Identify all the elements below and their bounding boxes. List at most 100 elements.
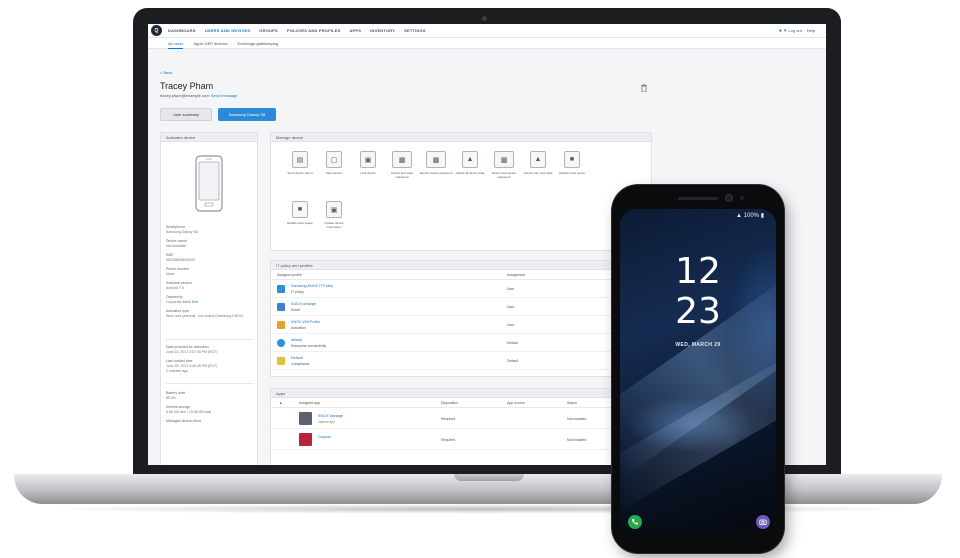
internal-storage: Internal storage 8.56 GB free / 23.96 GB… (166, 405, 212, 414)
lock-device-action[interactable]: ▣ Lock device (351, 151, 385, 176)
sub-tabs: All users Apple DEP devices Exchange gat… (148, 38, 826, 49)
device-software-version: Software version Android 7.0 (166, 281, 193, 290)
nav-policies-profiles[interactable]: POLICIES AND PROFILES (287, 28, 341, 33)
battery-percent: 100% (743, 213, 760, 219)
device-imei: IMEI 352088080000000 (166, 253, 196, 262)
lock-icon: ▣ (360, 151, 376, 168)
table-row[interactable]: Default Compliance Default (271, 353, 651, 370)
share-icon (277, 339, 285, 347)
apps-table-header: ▲ Assigned app Disposition App source St… (271, 398, 651, 408)
send-message-link[interactable]: Send message (211, 93, 238, 98)
unlock-clear-password-action[interactable]: ▩ Unlock and clear password (385, 151, 419, 180)
tab-exchange-gatekeeping[interactable]: Exchange gatekeeping (238, 38, 279, 49)
smartphone: ▲ 100% ▮ 12 23 WED, MARCH 29 (612, 185, 784, 553)
enable-work-space-action[interactable]: ■ Enable work space (283, 201, 317, 226)
manage-device-title: Manage device (271, 133, 651, 142)
laptop-base (14, 474, 942, 504)
disable-work-space-action[interactable]: ■ Disable work space (555, 151, 589, 176)
update-info-icon: ▣ (326, 201, 342, 218)
specify-password-action[interactable]: ▩ Specify device password (419, 151, 453, 176)
back-link[interactable]: < Back (160, 70, 172, 75)
tab-all-users[interactable]: All users (168, 38, 184, 49)
help-link[interactable]: Help (807, 28, 815, 33)
delete-device-data-action[interactable]: ▲ Delete all device data (453, 151, 487, 176)
device-phone-number: Phone number None (166, 267, 189, 276)
nav-apps[interactable]: APPS (349, 28, 361, 33)
activated-device-title: Activated device (161, 133, 257, 142)
trash-icon[interactable] (641, 84, 647, 92)
phone-status-bar: ▲ 100% ▮ (736, 212, 764, 219)
policy-profiles-panel: IT policy and profiles Assigned profile … (270, 260, 652, 377)
table-row[interactable]: EAS Exchange Email User (271, 299, 651, 316)
laptop-notch (454, 474, 524, 481)
page-title: Tracey Pham (160, 81, 214, 91)
nav-users-devices[interactable]: USERS AND DEVICES (205, 28, 250, 33)
table-row[interactable]: KNOX Wifi Profile Activation User (271, 317, 651, 334)
device-activation-type: Activation type Work and personal - full… (166, 309, 244, 318)
nav-inventory[interactable]: INVENTORY (370, 28, 395, 33)
password-keypad-icon: ▩ (392, 151, 412, 168)
logout-link[interactable]: Log out (788, 28, 801, 33)
wifi-profile-icon (277, 321, 285, 329)
clock-hour: 12 (675, 251, 721, 292)
manage-device-panel: Manage device ▤ Send device report ▢ Wip… (270, 132, 652, 251)
disable-workspace-icon: ■ (564, 151, 580, 168)
managed-device-client: Managed device client (166, 419, 201, 423)
app-logo[interactable]: Q (151, 25, 162, 36)
wipe-icon: ▢ (326, 151, 342, 168)
chevron-down-icon[interactable]: ▾ (784, 28, 787, 34)
lock-screen-date: WED, MARCH 29 (675, 342, 721, 348)
nav-groups[interactable]: GROUPS (259, 28, 278, 33)
battery-level: Battery level 85.0% (166, 391, 186, 400)
update-device-info-action[interactable]: ▣ Update device information (317, 201, 351, 230)
delete-data-icon: ▲ (462, 151, 478, 168)
phone-call-icon[interactable] (628, 515, 642, 529)
table-row[interactable]: KNOX Manage Internal app Required Not in… (271, 409, 651, 429)
phone-speaker (678, 197, 718, 200)
reset-work-password-action[interactable]: ▩ Reset work space password (487, 151, 521, 180)
table-row[interactable]: Samsung KNOX IT Policy IT policy User (271, 281, 651, 298)
col-assigned-app: Assigned app (299, 401, 321, 405)
reset-password-icon: ▩ (494, 151, 514, 168)
delete-work-data-action[interactable]: ▲ Delete only work data (521, 151, 555, 176)
laptop-shadow (40, 504, 920, 514)
col-disposition: Disposition (441, 401, 459, 405)
activated-device-panel: Activated device Smartphone Samsung Gala… (160, 132, 258, 465)
policy-profiles-title: IT policy and profiles (271, 261, 651, 270)
apps-panel: Apps ▲ Assigned app Disposition App sour… (270, 388, 652, 465)
device-tab-button[interactable]: Samsung Galaxy S8 (218, 108, 276, 121)
user-icon[interactable]: ● (779, 28, 782, 34)
app-icon (299, 412, 312, 425)
col-app-source: App source (507, 401, 525, 405)
policy-table-header: Assigned profile Assignment (271, 270, 651, 280)
send-device-report-action[interactable]: ▤ Send device report (283, 151, 317, 176)
phone-front-camera (726, 195, 732, 201)
laptop-camera (482, 16, 487, 21)
tab-apple-dep[interactable]: Apple DEP devices (193, 38, 227, 49)
device-model: Smartphone Samsung Galaxy S8 (166, 225, 198, 234)
camera-shortcut-icon[interactable] (756, 515, 770, 529)
divider (166, 339, 254, 340)
nav-settings[interactable]: SETTINGS (404, 28, 426, 33)
add-icon[interactable]: ▲ (279, 401, 282, 405)
table-row[interactable]: default Enterprise connectivity Default (271, 335, 651, 352)
user-summary-button[interactable]: User summary (160, 108, 212, 121)
user-email-text: tracey.pham@example.com (160, 93, 210, 98)
top-navigation-bar: Q DASHBOARD USERS AND DEVICES GROUPS POL… (148, 24, 826, 38)
col-status: Status (567, 401, 577, 405)
handset-icon (632, 519, 638, 525)
table-row[interactable]: Capture Required Not installed (271, 430, 651, 450)
activation-date: Date provided for activation June 22, 20… (166, 345, 218, 354)
phone-lock-screen: ▲ 100% ▮ 12 23 WED, MARCH 29 (620, 209, 776, 531)
device-ownership: Ownership Corporate-liable Edit (166, 295, 198, 304)
phone-sensor (740, 196, 744, 200)
col-assigned-profile: Assigned profile (277, 273, 302, 277)
ownership-edit-link[interactable]: Edit (192, 300, 198, 304)
col-assignment: Assignment (507, 273, 526, 277)
nav-dashboard[interactable]: DASHBOARD (168, 28, 196, 33)
wipe-device-action[interactable]: ▢ Wipe device (317, 151, 351, 176)
email-icon (277, 303, 285, 311)
app-icon (299, 433, 312, 446)
clock-minute: 23 (675, 291, 721, 332)
report-icon: ▤ (292, 151, 308, 168)
